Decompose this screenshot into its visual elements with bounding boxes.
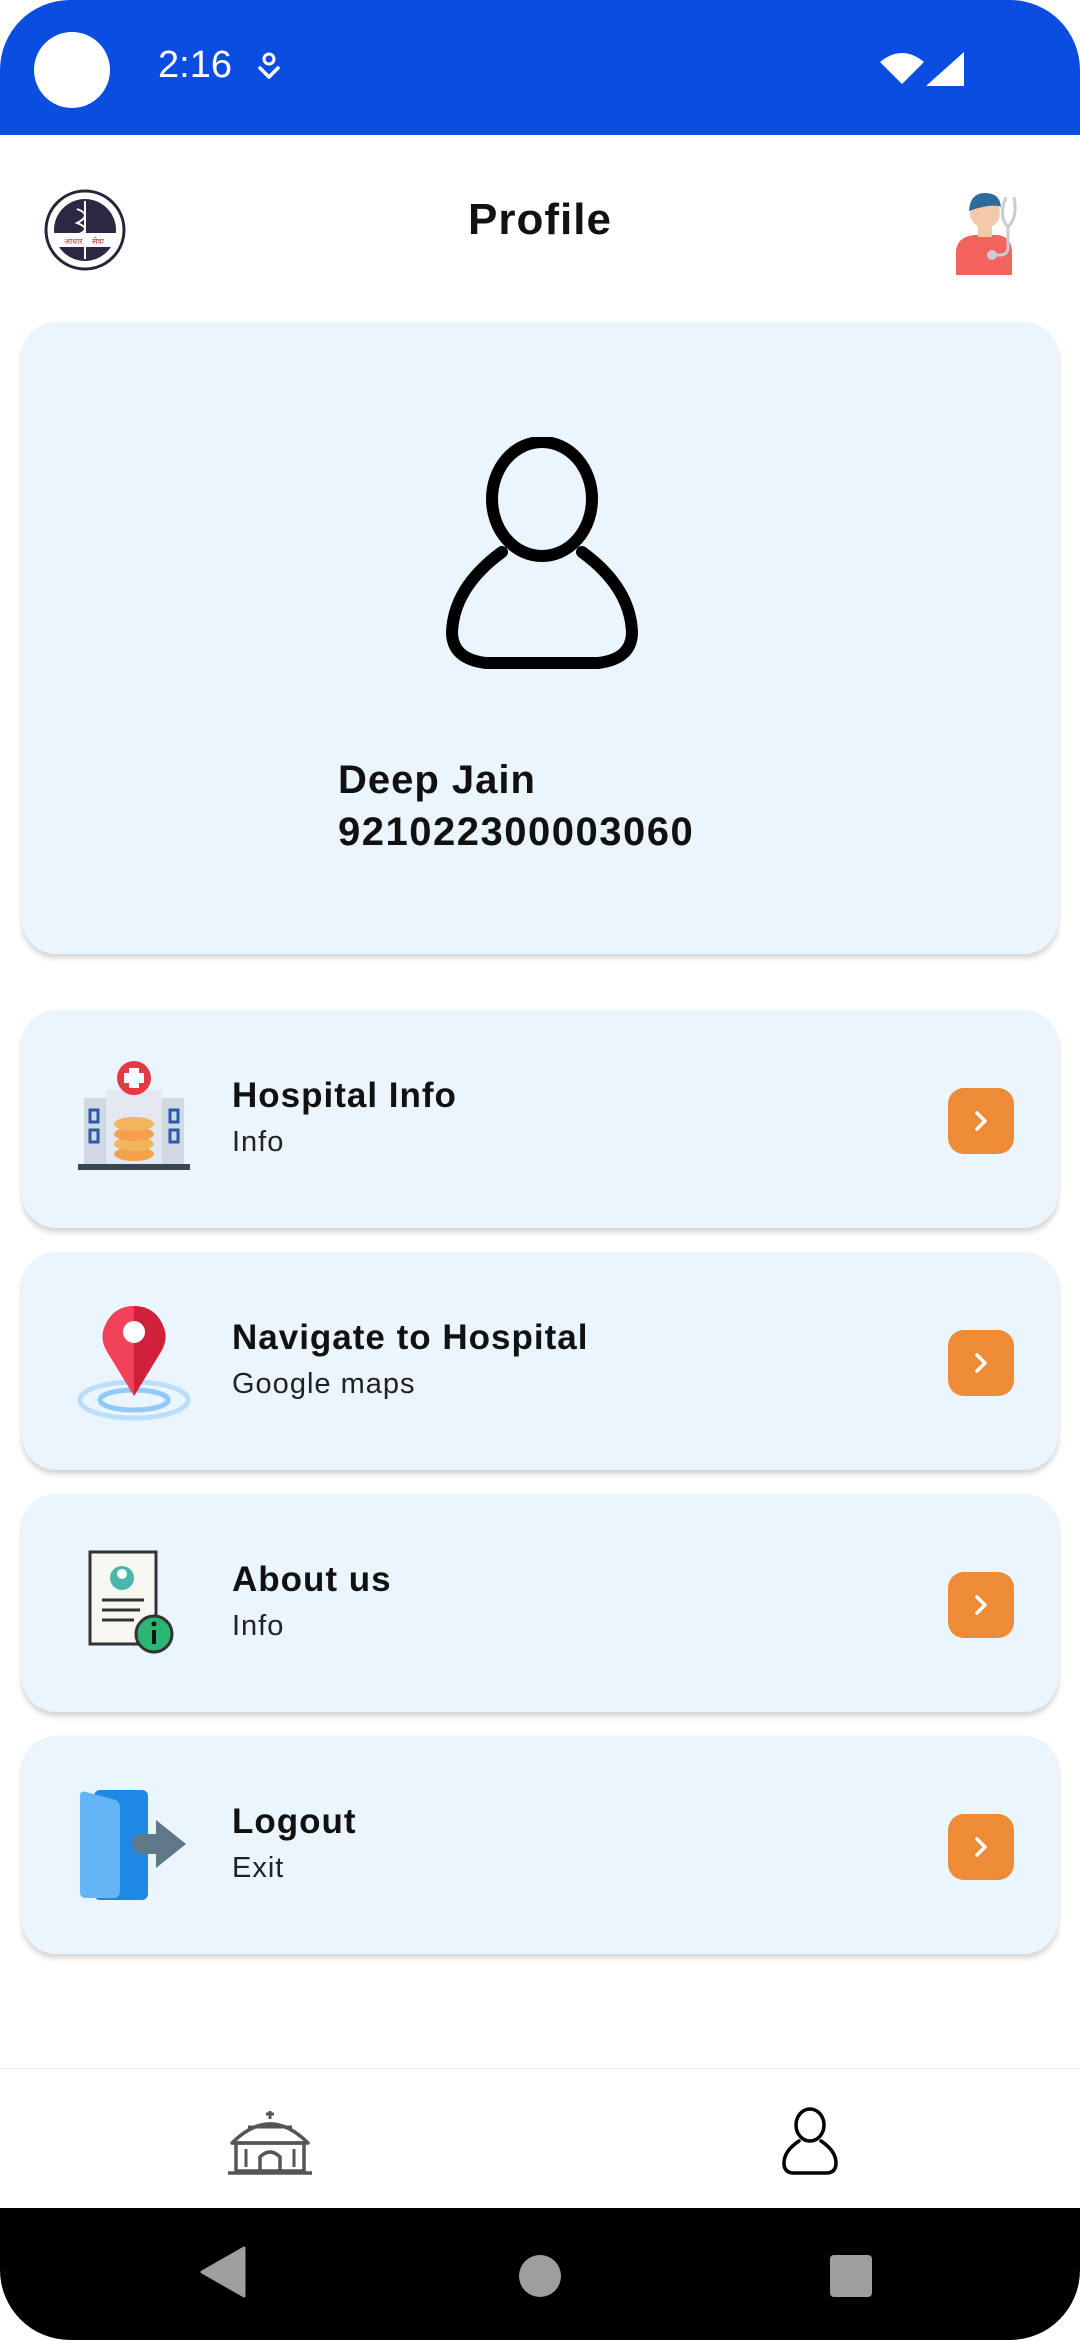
about-document-icon (88, 1550, 174, 1654)
menu-subtitle: Google maps (232, 1368, 416, 1400)
home-circle-icon[interactable] (518, 2254, 562, 2298)
menu-title: About us (232, 1560, 392, 1599)
page-title: Profile (468, 195, 612, 244)
camera-cutout (34, 32, 110, 108)
system-navigation-bar (0, 2208, 1080, 2340)
app-bar: आधार सेवा Profile (0, 135, 1080, 305)
menu-item-navigate-to-hospital[interactable]: Navigate to Hospital Google maps (22, 1252, 1058, 1470)
status-bar: 2:16 (0, 0, 1080, 135)
wifi-icon (880, 53, 924, 84)
signal-icon (926, 52, 964, 86)
recent-apps-icon[interactable] (829, 2254, 873, 2298)
user-avatar-icon (446, 437, 638, 669)
menu-subtitle: Info (232, 1610, 285, 1642)
chevron-right-icon (975, 1837, 987, 1857)
back-icon[interactable] (200, 2246, 246, 2298)
chevron-right-icon (975, 1353, 987, 1373)
profile-card: Deep Jain 921022300003060 (22, 322, 1058, 954)
hospital-icon (78, 1061, 190, 1170)
chevron-right-button[interactable] (948, 1572, 1014, 1638)
menu-title: Hospital Info (232, 1076, 457, 1115)
download-indicator-icon (258, 52, 280, 79)
menu-item-about-us[interactable]: About us Info (22, 1494, 1058, 1712)
menu-subtitle: Info (232, 1126, 285, 1158)
chevron-right-button[interactable] (948, 1814, 1014, 1880)
menu-item-hospital-info[interactable]: Hospital Info Info (22, 1010, 1058, 1228)
doctor-avatar-icon[interactable] (946, 187, 1036, 277)
chevron-right-button[interactable] (948, 1088, 1014, 1154)
menu-subtitle: Exit (232, 1852, 285, 1884)
chevron-right-icon (975, 1595, 987, 1615)
location-pin-icon (77, 1306, 191, 1421)
menu-item-logout[interactable]: Logout Exit (22, 1736, 1058, 1954)
menu-title: Navigate to Hospital (232, 1318, 589, 1357)
logout-door-icon (80, 1790, 186, 1900)
user-id: 921022300003060 (338, 810, 695, 854)
bottom-navigation (0, 2068, 1080, 2209)
home-icon[interactable] (226, 2105, 314, 2177)
status-time: 2:16 (158, 44, 232, 86)
chevron-right-icon (975, 1111, 987, 1131)
chevron-right-button[interactable] (948, 1330, 1014, 1396)
profile-icon[interactable] (780, 2105, 840, 2177)
user-name: Deep Jain (338, 758, 536, 802)
menu-title: Logout (232, 1802, 357, 1841)
